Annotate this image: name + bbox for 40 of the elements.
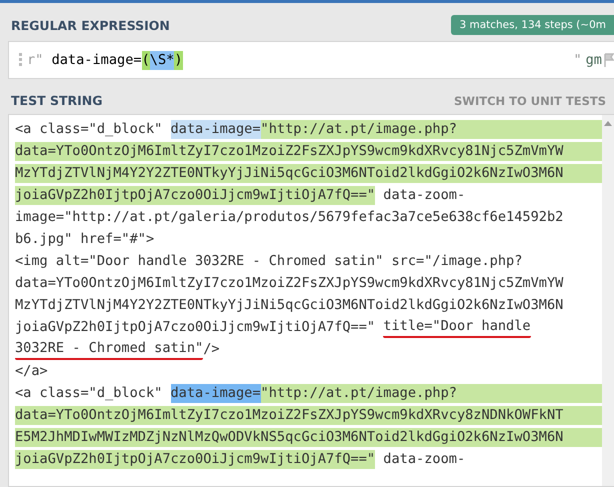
section-title: TEST STRING bbox=[11, 93, 102, 108]
match-highlight: data=YTo0OntzOjM6ImltZyI7czo1MzoiZ2FsZXJpYS9wcm9kdXRvcy8zNDNkOWFkNT bbox=[15, 406, 602, 424]
regex-delimiter: " bbox=[573, 52, 582, 68]
group-highlight: data-image= bbox=[170, 120, 261, 138]
match-highlight: joiaGVpZ2h0IjtpOjA7czo0OiJjcm9wIjtiOjA7fQ==" bbox=[15, 186, 376, 204]
regex-input-field[interactable]: r" data-image=(\S*) " gm bbox=[8, 41, 614, 79]
code-text: image="http://at.pt/galeria/produtos/5679fefac3a7ce5e638cf6e14592b2 bbox=[15, 208, 564, 226]
match-highlight: E5M2JhMDIwMWIzMDZjNzNlMzQwODVkNS5qcGciO3M6NToid2lkdGgiO2k6NzIwO3M6N bbox=[15, 428, 602, 446]
regex-token: ( bbox=[142, 50, 150, 70]
code-text: data-zoom- bbox=[382, 450, 466, 468]
scrollbar[interactable] bbox=[602, 115, 614, 486]
code-text: <a class="d_block" bbox=[15, 384, 164, 402]
group-highlight: data-image= bbox=[170, 384, 261, 402]
regex-text: data-image= bbox=[52, 50, 142, 70]
code-text: MzYTdjZTVlNjM4Y2Y2ZTE0NTkyYjJiNi5qcGciO3M6NToid2lkdGgiO2k6NzIwO3M6N bbox=[15, 296, 564, 314]
code-text: data-zoom- bbox=[382, 186, 466, 204]
regex-flags[interactable]: gm bbox=[586, 52, 602, 68]
code-text: /> bbox=[203, 340, 220, 358]
drag-handle-icon bbox=[19, 53, 23, 67]
match-highlight: joiaGVpZ2h0IjtpOjA7czo0OiJjcm9wIjtiOjA7fQ==" bbox=[15, 450, 376, 468]
test-string-field[interactable] bbox=[8, 114, 614, 487]
match-highlight: data=YTo0OntzOjM6ImltZyI7czo1MzoiZ2FsZXJpYS9wcm9kdXRvcy81Njc5ZmVmYW bbox=[15, 142, 602, 160]
code-text: 3032RE - Chromed satin" bbox=[15, 338, 204, 360]
match-highlight: "http://at.pt/image.php? bbox=[260, 384, 602, 402]
match-count-badge: 3 matches, 134 steps (~0m bbox=[451, 15, 614, 35]
regex-token: ) bbox=[174, 50, 183, 70]
code-text: title="Door handle bbox=[383, 316, 531, 338]
flag-icon[interactable] bbox=[604, 53, 614, 67]
code-text: b6.jpg" href="#"> bbox=[15, 230, 154, 248]
code-text: <a class="d_block" bbox=[15, 120, 164, 138]
match-highlight: "http://at.pt/image.php? bbox=[260, 120, 602, 138]
code-text: </a> bbox=[15, 362, 48, 380]
regex-token: \S* bbox=[150, 50, 174, 70]
scroll-up-icon[interactable] bbox=[604, 121, 612, 126]
match-highlight: MzYTdjZTVlNjM4Y2Y2ZTE0NTkyYjJiNi5qcGciO3M6NToid2lkdGgiO2k6NzIwO3M6N bbox=[15, 164, 602, 182]
section-title: REGULAR EXPRESSION bbox=[11, 18, 170, 32]
code-text: data=YTo0OntzOjM6ImltZyI7czo1MzoiZ2FsZXJpYS9wcm9kdXRvcy81Njc5ZmVmYW bbox=[15, 274, 564, 292]
regex-delimiter: r" bbox=[27, 52, 44, 68]
code-text: <img alt="Door handle 3032RE - Chromed satin" src="/image.php? bbox=[15, 252, 522, 270]
code-text: joiaGVpZ2h0IjtpOjA7czo0OiJjcm9wIjtiOjA7fQ==" bbox=[15, 318, 376, 336]
